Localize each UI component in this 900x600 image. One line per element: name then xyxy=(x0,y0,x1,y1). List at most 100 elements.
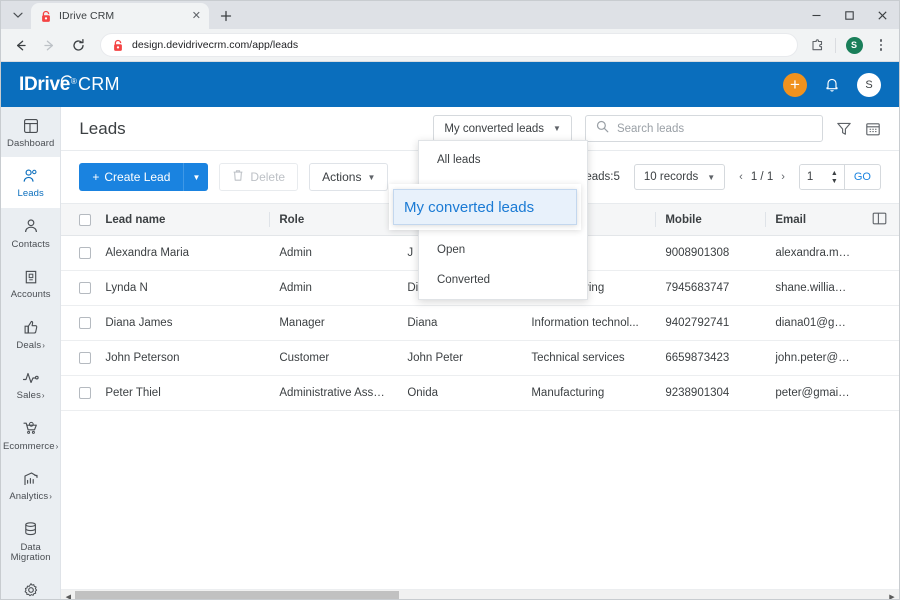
sidebar-item-dashboard[interactable]: Dashboard xyxy=(1,107,60,157)
toolbar-divider xyxy=(835,37,836,53)
cell-company: Onida xyxy=(397,375,522,411)
sidebar-item-accounts[interactable]: Accounts xyxy=(1,258,60,308)
app-header: IDriv e ® CRM + S xyxy=(1,62,899,107)
browser-toolbar-right: S xyxy=(805,33,893,57)
sidebar-item-sales[interactable]: Sales› xyxy=(1,359,60,409)
table-row[interactable]: Diana James Manager Diana Information te… xyxy=(61,305,899,341)
actions-button[interactable]: Actions ▼ xyxy=(309,163,389,191)
table-row[interactable]: John Peterson Customer John Peter Techni… xyxy=(61,340,899,376)
dropdown-item-my-converted-leads[interactable]: My converted leads xyxy=(393,189,577,225)
chevron-right-icon: › xyxy=(42,340,45,350)
calendar-icon[interactable] xyxy=(865,121,881,137)
user-avatar[interactable]: S xyxy=(857,72,881,97)
dropdown-item-open[interactable]: Open xyxy=(419,235,587,265)
delete-button[interactable]: Delete xyxy=(219,163,299,191)
scrollbar-thumb[interactable] xyxy=(75,590,400,599)
chevron-right-icon: › xyxy=(55,441,59,451)
column-header-lead-name[interactable]: Lead name xyxy=(95,203,270,236)
cell-spacer xyxy=(860,375,899,411)
sidebar-item-leads[interactable]: Leads xyxy=(1,157,61,208)
back-arrow-icon[interactable] xyxy=(7,32,34,59)
sidebar-item-settings[interactable]: Settings› xyxy=(1,571,60,599)
column-header-role[interactable]: Role xyxy=(269,203,398,236)
analytics-chart-icon xyxy=(23,470,39,487)
row-checkbox[interactable] xyxy=(79,247,92,259)
sales-pulse-icon xyxy=(22,369,40,386)
reload-icon[interactable] xyxy=(65,32,92,59)
dropdown-item-converted[interactable]: Converted xyxy=(419,265,587,295)
sidebar-item-label: Leads xyxy=(17,188,44,200)
plus-circle-icon[interactable]: + xyxy=(783,72,807,97)
sidebar-item-contacts[interactable]: Contacts xyxy=(1,208,60,258)
browser-tab[interactable]: IDrive CRM ✕ xyxy=(31,3,209,29)
cell-lead-name[interactable]: Alexandra Maria xyxy=(95,235,270,271)
cell-lead-name[interactable]: Peter Thiel xyxy=(95,375,270,411)
sidebar-item-deals[interactable]: Deals› xyxy=(1,309,60,359)
row-checkbox-cell xyxy=(61,305,96,341)
forward-arrow-icon[interactable] xyxy=(36,32,63,59)
scroll-left-icon[interactable]: ◀ xyxy=(61,593,75,599)
search-input[interactable] xyxy=(616,122,812,135)
deals-thumbsup-icon xyxy=(23,319,39,336)
spinner-updown-icon[interactable]: ▲ ▼ xyxy=(831,170,844,185)
leads-icon xyxy=(22,167,39,184)
bell-icon[interactable] xyxy=(824,76,840,93)
row-checkbox-cell xyxy=(61,340,96,376)
cell-mobile: 9008901308 xyxy=(655,235,766,271)
dropdown-item-all-leads[interactable]: All leads xyxy=(419,145,587,175)
row-checkbox[interactable] xyxy=(79,317,92,329)
row-checkbox[interactable] xyxy=(79,387,92,399)
row-checkbox[interactable] xyxy=(79,352,92,364)
accounts-icon xyxy=(23,268,39,285)
create-lead-button[interactable]: + Create Lead xyxy=(79,163,184,191)
app-logo[interactable]: IDriv e ® CRM xyxy=(19,74,120,96)
goto-page-input[interactable] xyxy=(799,165,831,189)
horizontal-scrollbar[interactable]: ◀ ▶ xyxy=(61,589,899,599)
kebab-menu-icon[interactable] xyxy=(869,33,893,57)
close-icon[interactable] xyxy=(866,1,899,29)
sidebar-item-ecommerce[interactable]: Ecommerce› xyxy=(1,410,60,460)
cell-spacer xyxy=(860,235,899,271)
search-leads-box[interactable] xyxy=(584,115,823,142)
actions-label: Actions xyxy=(322,170,362,184)
create-lead-dropdown-button[interactable]: ▼ xyxy=(183,163,209,191)
close-icon[interactable]: ✕ xyxy=(192,10,201,22)
sidebar-item-label: Deals› xyxy=(16,339,45,351)
new-tab-icon[interactable] xyxy=(213,4,239,28)
sidebar-item-label: Accounts xyxy=(10,289,51,301)
maximize-icon[interactable] xyxy=(833,1,866,29)
column-header-email[interactable]: Email xyxy=(765,203,861,236)
sidebar-item-label: Sales› xyxy=(16,390,45,402)
cell-lead-name[interactable]: Diana James xyxy=(95,305,270,341)
create-lead-group: + Create Lead ▼ xyxy=(79,163,209,191)
sidebar-item-data-migration[interactable]: Data Migration xyxy=(1,511,60,572)
table-row[interactable]: Peter Thiel Administrative Assist... Oni… xyxy=(61,375,899,411)
tab-search-icon[interactable] xyxy=(5,3,31,27)
avatar[interactable]: S xyxy=(842,33,866,57)
funnel-filter-icon[interactable] xyxy=(836,121,852,137)
address-bar[interactable]: design.devidrivecrm.com/app/leads xyxy=(100,33,798,57)
window-controls xyxy=(800,1,899,29)
minimize-icon[interactable] xyxy=(800,1,833,29)
select-all-cell xyxy=(61,203,96,236)
logo-registered-mark: ® xyxy=(71,76,77,86)
go-button[interactable]: GO xyxy=(843,165,880,189)
sidebar-item-analytics[interactable]: Analytics› xyxy=(1,460,60,510)
cell-lead-name[interactable]: Lynda N xyxy=(95,270,270,306)
idrive-lock-icon xyxy=(39,10,52,23)
lead-filter-select[interactable]: My converted leads ▼ xyxy=(433,115,572,142)
plus-icon: + xyxy=(92,170,100,184)
records-per-page-select[interactable]: 10 records ▼ xyxy=(633,164,726,190)
select-all-checkbox[interactable] xyxy=(79,213,92,226)
scrollbar-track[interactable] xyxy=(75,590,885,599)
column-header-mobile[interactable]: Mobile xyxy=(655,203,766,236)
column-layout-button[interactable] xyxy=(860,203,899,236)
extensions-icon[interactable] xyxy=(805,33,829,57)
app-header-actions: + S xyxy=(783,72,881,97)
row-checkbox[interactable] xyxy=(79,282,92,294)
cell-lead-name[interactable]: John Peterson xyxy=(95,340,270,376)
browser-tab-bar: IDrive CRM ✕ xyxy=(1,1,899,29)
chevron-right-icon[interactable]: › xyxy=(781,171,785,183)
chevron-left-icon[interactable]: ‹ xyxy=(739,171,743,183)
scroll-right-icon[interactable]: ▶ xyxy=(885,593,899,599)
